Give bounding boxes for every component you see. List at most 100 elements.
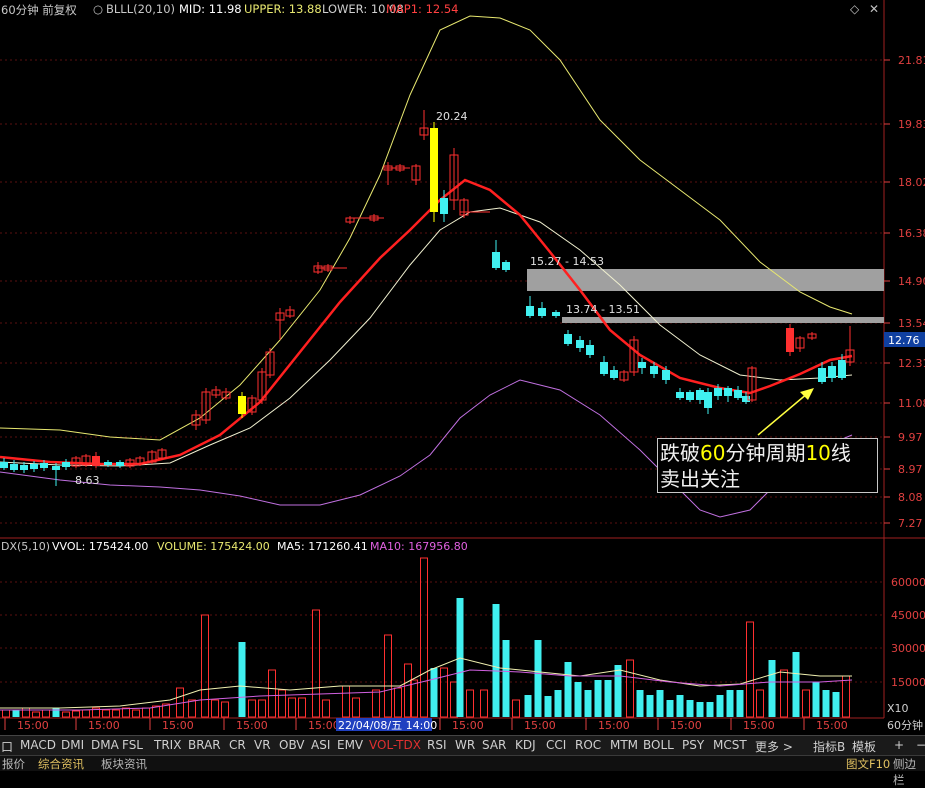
volume-ma10-line	[0, 669, 853, 711]
low-price-label: 8.63	[75, 474, 100, 487]
close-icon[interactable]: ✕	[869, 2, 879, 16]
toolbar-item-[interactable]: +	[894, 738, 904, 752]
note-text-c: 分钟周期	[725, 441, 806, 465]
time-tick-label: 15:00	[598, 719, 630, 732]
toolbar-item-wr[interactable]: WR	[455, 738, 475, 752]
toolbar-item-rsi[interactable]: RSI	[427, 738, 447, 752]
price-tick-label: 9.97	[898, 431, 923, 444]
candle-body	[576, 340, 584, 348]
volume-indicator-name: DX(5,10)	[1, 540, 51, 553]
expand-icon[interactable]: ◇	[850, 2, 859, 16]
toolbar-item-dma[interactable]: DMA	[91, 738, 119, 752]
volume-bar	[201, 614, 209, 718]
toolbar-item-cci[interactable]: CCI	[546, 738, 566, 752]
volume-bar	[248, 699, 256, 718]
volume-bar	[32, 711, 40, 718]
toolbar-item-dmi[interactable]: DMI	[61, 738, 84, 752]
upper-value: UPPER: 13.88	[244, 2, 322, 16]
price-tick-label: 21.81	[898, 54, 925, 67]
indicator-toolbar: 口 MACD DMI DMA FSL TRIX BRAR CR VR OBV ASI EMV VOL-T…	[0, 735, 925, 756]
high-price-label: 20.24	[436, 110, 468, 123]
toolbar-item-roc[interactable]: ROC	[575, 738, 601, 752]
candle-body	[638, 362, 646, 368]
volume-bar	[394, 687, 402, 718]
time-tick-label: 15:00	[524, 719, 556, 732]
volume-bar	[298, 697, 306, 718]
volume-bar	[132, 709, 140, 718]
volume-bar	[502, 640, 510, 717]
candle-body	[838, 360, 846, 378]
candle-body	[238, 396, 246, 414]
volume-bar	[544, 696, 552, 717]
candle-body	[52, 466, 60, 470]
volume-bar	[72, 710, 80, 718]
toolbar-item-[interactable]: 口	[1, 738, 13, 755]
toolbar-item-boll[interactable]: BOLL	[643, 738, 674, 752]
candle-body	[650, 366, 658, 374]
price-tick-label: 16.38	[898, 227, 925, 240]
volume-bar	[52, 708, 60, 717]
toolbar-item-obv[interactable]: OBV	[279, 738, 305, 752]
map1-value: MAP1: 12.54	[386, 2, 459, 16]
volume-bar	[466, 689, 474, 718]
inner-band-line	[0, 207, 853, 467]
volume-bar	[142, 707, 150, 718]
toolbar-item-macd[interactable]: MACD	[20, 738, 56, 752]
toolbar-item-psy[interactable]: PSY	[682, 738, 704, 752]
volume-bar	[352, 697, 360, 718]
period-tag-label: 60分钟	[887, 718, 923, 732]
candle-body	[610, 370, 618, 378]
volume-header: DX(5,10) VVOL: 175424.00 VOLUME: 175424.…	[0, 538, 885, 554]
toolbar-item-emv[interactable]: EMV	[337, 738, 363, 752]
candle-body	[104, 462, 112, 465]
volume-bar	[594, 680, 602, 717]
toolbar-item-b[interactable]: 指标B	[813, 738, 845, 755]
volume-bar	[746, 621, 754, 718]
toolbar-item-mcst[interactable]: MCST	[713, 738, 747, 752]
volume-bar	[676, 695, 684, 717]
ma10-value: MA10: 167956.80	[370, 540, 468, 553]
indicator-settings-icon[interactable]: ○	[93, 2, 103, 16]
upper-band-line	[0, 15, 853, 441]
toolbar-item-vol-tdx[interactable]: VOL-TDX	[369, 738, 421, 752]
volume-bar	[584, 690, 592, 717]
note-text-a: 跌破	[660, 441, 700, 465]
volume-bar	[614, 665, 622, 717]
price-tick-label: 14.90	[898, 275, 925, 288]
toolbar-item-brar[interactable]: BRAR	[188, 738, 221, 752]
toolbar-item-mtm[interactable]: MTM	[610, 738, 638, 752]
toolbar-item-asi[interactable]: ASI	[311, 738, 330, 752]
price-volume-chart[interactable]: 20.24 8.63 15.27 - 14.53 13.74 - 13.51 2…	[0, 0, 925, 735]
toolbar-item-cr[interactable]: CR	[229, 738, 246, 752]
price-tick-label: 18.02	[898, 176, 925, 189]
toolbar-item-vr[interactable]: VR	[254, 738, 271, 752]
toolbar-item-kdj[interactable]: KDJ	[515, 738, 536, 752]
candle-body	[662, 370, 670, 380]
toolbar-item-[interactable]: −	[916, 738, 925, 752]
volume-bar	[756, 689, 764, 718]
toolbar-item-fsl[interactable]: FSL	[122, 738, 143, 752]
toolbar-item-[interactable]: 更多 >	[755, 738, 793, 755]
indicator-name: BLLL(20,10)	[106, 2, 176, 16]
volume-bar	[440, 667, 448, 718]
toolbar-item-trix[interactable]: TRIX	[154, 738, 181, 752]
toolbar-item-[interactable]: 模板	[852, 738, 876, 755]
time-tick-label: 15:00	[308, 719, 340, 732]
sidebar-button[interactable]: 侧边栏	[893, 756, 925, 788]
candle-body	[30, 464, 38, 469]
volume-bar	[384, 634, 392, 718]
annotation-note: 跌破60分钟周期10线 卖出关注	[657, 438, 878, 493]
candle-body	[0, 462, 8, 468]
volume-bar	[112, 709, 120, 718]
volume-bar	[268, 669, 276, 718]
candle-body	[818, 368, 826, 382]
toolbar-item-sar[interactable]: SAR	[482, 738, 506, 752]
bottom-bar: 报价 综合资讯 板块资讯 图文F10 侧边栏	[0, 755, 925, 787]
period-label: 60分钟 前复权	[1, 3, 77, 17]
volume-bar	[372, 689, 380, 718]
volume-bar	[716, 695, 724, 717]
candle-body	[552, 312, 560, 316]
candle-body	[564, 334, 572, 344]
volume-bar	[736, 690, 744, 717]
time-tick-label: 15:00	[452, 719, 484, 732]
